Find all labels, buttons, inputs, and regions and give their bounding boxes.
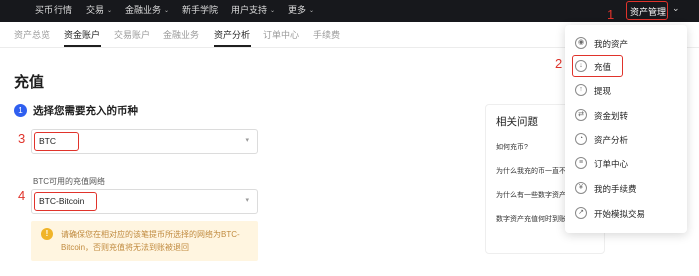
menu-item-label: 资金划转 [594,111,629,121]
menu-item-simulated-trading[interactable]: ↗ 开始模拟交易 [565,203,687,225]
annotation-number: 3 [18,131,26,146]
nav-buy-crypto[interactable]: 买币 [35,0,53,22]
chevron-down-icon: ⌄ [164,8,170,14]
deposit-warning-notice: ! 请确保您在相对应的该笔提币所选择的网络为BTC-Bitcoin，否则充值将无… [31,221,258,261]
nav-markets[interactable]: 行情 [54,0,72,22]
page-title: 充值 [14,74,45,91]
asset-management-dropdown: ◉ 我的资产 ↓ 充值 ↑ 提现 ⇄ 资金划转 ◔ 资产分析 ≡ 订单中心 ¥ … [565,25,687,233]
step-number-badge: 1 [14,104,27,117]
nav-finance-label: 金融业务 [125,5,162,15]
network-select[interactable]: BTC-Bitcoin ▾ [31,189,258,214]
active-tab-indicator [64,45,101,47]
chevron-down-icon: ▾ [245,137,249,144]
menu-item-transfer[interactable]: ⇄ 资金划转 [565,105,687,127]
menu-item-label: 开始模拟交易 [594,209,646,219]
nav-more[interactable]: 更多 ⌄ [288,0,314,22]
chevron-down-icon: ⌄ [270,8,276,14]
hover-tab-indicator [214,45,251,47]
menu-item-label: 资产分析 [594,135,629,145]
transfer-icon: ⇄ [575,109,587,121]
tab-order-center[interactable]: 订单中心 [263,22,299,48]
tab-trading-account[interactable]: 交易账户 [114,22,150,48]
menu-item-withdraw[interactable]: ↑ 提现 [565,80,687,102]
user-menu-icon[interactable]: ⌄ [672,3,680,14]
coin-select[interactable]: BTC ▾ [31,129,258,154]
tab-financial-business[interactable]: 金融业务 [163,22,199,48]
nav-trade[interactable]: 交易 ⌄ [86,0,112,22]
deposit-highlight-box [572,55,623,77]
nav-trade-label: 交易 [86,5,105,15]
annotation-number: 4 [18,188,26,203]
menu-item-label: 订单中心 [594,159,629,169]
step-label: 选择您需要充入的币种 [33,105,138,117]
fee-icon: ¥ [575,182,587,194]
wallet-icon: ◉ [575,37,587,49]
nav-markets-label: 行情 [54,5,73,15]
menu-item-label: 我的资产 [594,39,629,49]
menu-item-label: 我的手续费 [594,184,637,194]
related-question-link[interactable]: 数字资产充值何时到账? [496,214,570,224]
related-question-link[interactable]: 如何充币? [496,142,528,152]
nav-user-support-label: 用户支持 [231,5,268,15]
nav-user-support[interactable]: 用户支持 ⌄ [231,0,275,22]
menu-item-my-assets[interactable]: ◉ 我的资产 [565,33,687,55]
nav-beginner-academy[interactable]: 新手学院 [182,0,218,22]
chevron-down-icon: ⌄ [309,8,315,14]
related-question-link[interactable]: 为什么有一些数字资产 [496,190,566,200]
asset-management-button[interactable]: 资产管理 [626,1,668,20]
menu-item-order-center[interactable]: ≡ 订单中心 [565,153,687,175]
related-questions-title: 相关问题 [496,116,538,128]
notice-text: 请确保您在相对应的该笔提币所选择的网络为BTC-Bitcoin，否则充值将无法到… [61,230,240,252]
simulation-icon: ↗ [575,207,587,219]
nav-buy-crypto-label: 买币 [35,5,54,15]
coin-select-value: BTC [34,132,79,151]
tab-asset-overview[interactable]: 资产总览 [14,22,50,48]
menu-item-label: 提现 [594,86,612,96]
asset-management-label: 资产管理 [630,7,667,17]
annotation-number: 1 [607,7,615,22]
menu-item-my-fees[interactable]: ¥ 我的手续费 [565,178,687,200]
network-select-value: BTC-Bitcoin [34,192,97,211]
nav-more-label: 更多 [288,5,307,15]
chevron-down-icon: ▾ [245,197,249,204]
order-icon: ≡ [575,157,587,169]
warning-icon: ! [41,228,53,240]
nav-beginner-academy-label: 新手学院 [182,5,219,15]
tab-fees[interactable]: 手续费 [313,22,340,48]
annotation-number: 2 [555,56,563,71]
network-label: BTC可用的充值网络 [33,177,105,186]
nav-finance[interactable]: 金融业务 ⌄ [125,0,169,22]
withdraw-icon: ↑ [575,84,587,96]
top-navigation-bar: 买币 行情 交易 ⌄ 金融业务 ⌄ 新手学院 用户支持 ⌄ 更多 ⌄ 资产管理 ⌄ [0,0,699,22]
chevron-down-icon: ⌄ [107,8,113,14]
analysis-icon: ◔ [575,133,587,145]
menu-item-asset-analysis[interactable]: ◔ 资产分析 [565,129,687,151]
